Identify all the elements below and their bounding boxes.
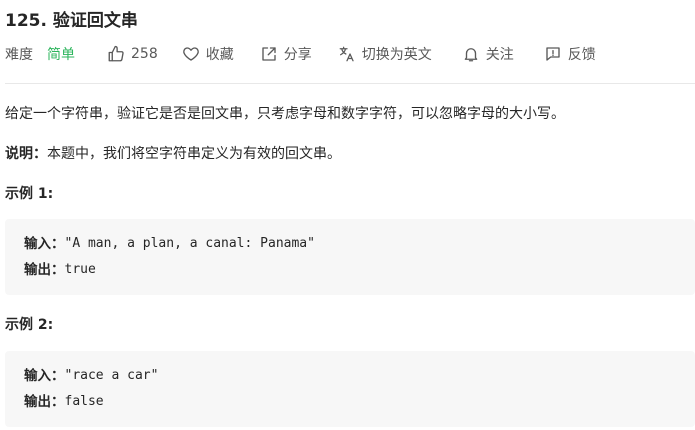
example-1-output: 输出： true [24, 257, 676, 283]
output-label: 输出： [24, 262, 65, 278]
page-title: 125. 验证回文串 [5, 11, 138, 31]
example-1-input: 输入： "A man, a plan, a canal: Panama" [24, 231, 676, 257]
share-button[interactable]: 分享 [260, 44, 312, 64]
example-1-codebox: 输入： "A man, a plan, a canal: Panama" 输出： t… [5, 219, 695, 295]
favorite-label: 收藏 [205, 47, 234, 63]
translate-label: 切换为英文 [361, 47, 432, 63]
input-value: "race a car" [64, 368, 159, 383]
output-value: true [64, 262, 96, 277]
example-2-output: 输出： false [24, 389, 676, 415]
example-2-heading: 示例 2: [5, 317, 54, 333]
divider [5, 83, 695, 84]
follow-button[interactable]: 关注 [462, 44, 514, 64]
share-label: 分享 [283, 47, 312, 63]
thumbs-up-icon [107, 45, 125, 63]
bell-icon [462, 45, 480, 63]
input-value: "A man, a plan, a canal: Panama" [64, 236, 315, 251]
input-label: 输入： [24, 368, 65, 384]
favorite-button[interactable]: 收藏 [182, 44, 234, 64]
translate-button[interactable]: 切换为英文 [338, 44, 432, 64]
problem-description: 给定一个字符串，验证它是否是回文串，只考虑字母和数字字符，可以忽略字母的大小写。 [5, 106, 565, 122]
example-2-codebox: 输入： "race a car" 输出： false [5, 351, 695, 427]
meta-bar: 难度 简单 258 收藏 分享 切换为英文 关注 反馈 [5, 43, 596, 65]
note-label: 说明： [5, 146, 47, 162]
share-icon [260, 45, 278, 63]
note-text: 本题中，我们将空字符串定义为有效的回文串。 [47, 146, 341, 162]
follow-label: 关注 [485, 47, 514, 63]
like-button[interactable]: 258 [107, 45, 158, 63]
output-value: false [64, 394, 104, 409]
problem-note: 说明：本题中，我们将空字符串定义为有效的回文串。 [5, 143, 341, 165]
feedback-icon [544, 45, 562, 63]
example-2-input: 输入： "race a car" [24, 363, 676, 389]
translate-icon [338, 45, 356, 63]
like-count: 258 [131, 46, 158, 62]
output-label: 输出： [24, 394, 65, 410]
input-label: 输入： [24, 236, 65, 252]
example-1-heading: 示例 1: [5, 186, 54, 202]
difficulty-label: 难度 [5, 47, 33, 63]
feedback-button[interactable]: 反馈 [544, 44, 596, 64]
heart-icon [182, 45, 200, 63]
feedback-label: 反馈 [567, 47, 596, 63]
difficulty-badge: 简单 [47, 47, 75, 63]
problem-page: 125. 验证回文串 难度 简单 258 收藏 分享 切换为英文 关注 反馈 给… [0, 0, 695, 430]
